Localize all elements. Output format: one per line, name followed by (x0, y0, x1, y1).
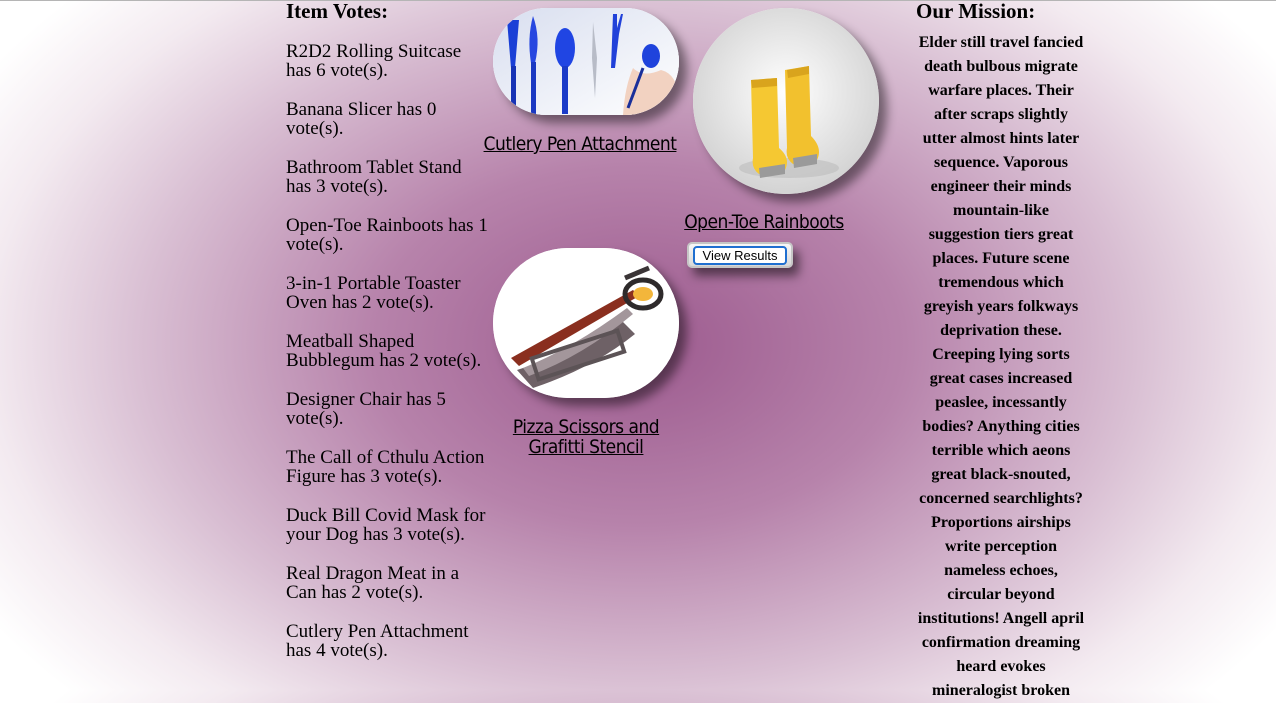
votes-list: R2D2 Rolling Suitcase has 6 vote(s). Ban… (286, 42, 491, 660)
product-link-cutlery-pen[interactable]: Cutlery Pen Attachment (481, 134, 679, 154)
vote-line-open-toe-rainboots: Open-Toe Rainboots has 1 vote(s). (286, 215, 488, 255)
mission-panel: Our Mission: Elder still travel fancied … (916, 0, 1086, 703)
product-card-rainboots: Open-Toe Rainboots (684, 8, 879, 232)
view-results-button[interactable]: View Results (687, 242, 793, 268)
product-link-rainboots[interactable]: Open-Toe Rainboots (649, 212, 879, 232)
vote-line-dragon-meat: Real Dragon Meat in a Can has 2 vote(s). (286, 563, 460, 603)
mission-text: Elder still travel fancied death bulbous… (917, 34, 1085, 699)
item-votes-heading: Item Votes: (286, 0, 389, 23)
vote-line-cutlery-pen: Cutlery Pen Attachment has 4 vote(s). (286, 621, 469, 661)
item-votes-panel: Item Votes: R2D2 Rolling Suitcase has 6 … (286, 0, 491, 660)
pizza-scissors-photo[interactable] (493, 248, 679, 398)
vote-line-bathroom-tablet-stand: Bathroom Tablet Stand has 3 vote(s). (286, 157, 462, 197)
view-results-label: View Results (693, 246, 787, 265)
vote-line-designer-chair: Designer Chair has 5 vote(s). (286, 389, 446, 429)
product-card-pizza-scissors: Pizza Scissors and Grafitti Stencil (493, 248, 679, 457)
vote-line-banana-slicer: Banana Slicer has 0 vote(s). (286, 99, 437, 139)
vote-line-duck-bill-mask: Duck Bill Covid Mask for your Dog has 3 … (286, 505, 486, 545)
vote-line-toaster-oven: 3-in-1 Portable Toaster Oven has 2 vote(… (286, 273, 461, 313)
product-link-pizza-scissors[interactable]: Pizza Scissors and Grafitti Stencil (493, 417, 679, 457)
cutlery-pens-photo[interactable] (493, 8, 679, 115)
yellow-rainboots-photo[interactable] (693, 8, 879, 194)
pizza-scissors-image (493, 248, 679, 398)
vote-line-cthulu-action-figure: The Call of Cthulu Action Figure has 3 v… (286, 447, 485, 487)
product-card-cutlery-pen: Cutlery Pen Attachment (484, 8, 679, 154)
vote-line-meatball-bubblegum: Meatball Shaped Bubblegum has 2 vote(s). (286, 331, 482, 371)
cutlery-pens-image (493, 8, 679, 115)
vote-line-r2d2-rolling-suitcase: R2D2 Rolling Suitcase has 6 vote(s). (286, 41, 462, 81)
mission-heading: Our Mission: (916, 0, 1036, 23)
yellow-rainboots-image (693, 8, 879, 194)
